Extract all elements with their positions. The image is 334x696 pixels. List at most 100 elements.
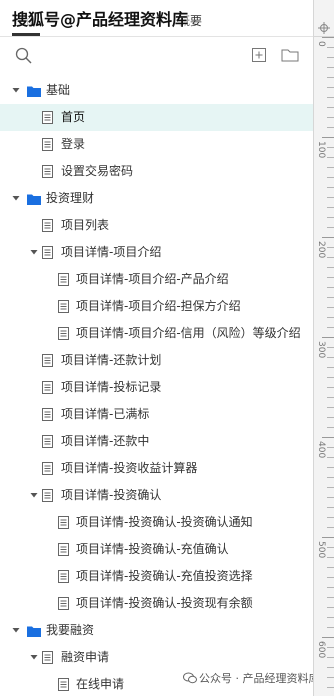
- tree-item-label: 设置交易密码: [61, 164, 134, 178]
- expand-caret-icon[interactable]: [12, 86, 20, 94]
- ruler-tick: [327, 667, 334, 668]
- ruler-tick: [327, 117, 334, 118]
- tree-item-label: 项目详情-还款计划: [61, 353, 162, 367]
- tree-page[interactable]: 首页: [0, 104, 313, 131]
- tree-page[interactable]: 项目详情-投资确认-充值投资选择: [0, 563, 313, 590]
- page-icon: [58, 273, 69, 286]
- tree-item-label: 在线申请: [76, 677, 125, 691]
- tree-page[interactable]: 项目详情-项目介绍-信用（风险）等级介绍: [0, 320, 313, 347]
- tree-page[interactable]: 项目详情-已满标: [0, 401, 313, 428]
- ruler-tick: [327, 57, 334, 58]
- tree-page[interactable]: 项目详情-项目介绍-产品介绍: [0, 266, 313, 293]
- ruler-tick: [327, 207, 334, 208]
- ruler-label: 500: [316, 541, 326, 559]
- ruler-tick: [322, 337, 334, 338]
- tree-item-label: 项目详情-投标记录: [61, 380, 162, 394]
- ruler-tick: [322, 237, 334, 238]
- ruler-tick: [327, 147, 334, 148]
- ruler-corner: [314, 0, 334, 37]
- tree-page[interactable]: 项目详情-投资收益计算器: [0, 455, 313, 482]
- ruler-tick: [327, 177, 334, 178]
- ruler-tick: [327, 507, 334, 508]
- tree-page[interactable]: 项目列表: [0, 212, 313, 239]
- tree-page[interactable]: 项目详情-项目介绍: [0, 239, 313, 266]
- ruler-tick: [327, 407, 334, 408]
- vertical-ruler: 0 100 200 300 400 500 600: [313, 0, 334, 696]
- tree-item-label: 基础: [46, 83, 71, 97]
- tree-item-label: 项目详情-投资确认-充值确认: [76, 542, 229, 556]
- ruler-tick: [327, 687, 334, 688]
- tree-page[interactable]: 融资申请: [0, 644, 313, 671]
- page-icon: [42, 354, 53, 367]
- page-icon: [58, 543, 69, 556]
- folder-icon: [27, 626, 41, 637]
- ruler-label: 300: [316, 341, 326, 359]
- tree-item-label: 项目详情-还款中: [61, 434, 150, 448]
- page-icon: [42, 489, 53, 502]
- ruler-tick: [327, 427, 334, 428]
- ruler-tick: [327, 497, 334, 498]
- ruler-tick: [322, 437, 334, 438]
- expand-caret-icon[interactable]: [30, 248, 38, 256]
- tree-page[interactable]: 项目详情-项目介绍-担保方介绍: [0, 293, 313, 320]
- ruler-tick: [327, 217, 334, 218]
- expand-caret-icon[interactable]: [30, 491, 38, 499]
- ruler-tick: [327, 617, 334, 618]
- ruler-tick: [327, 657, 334, 658]
- tree-page[interactable]: 项目详情-还款中: [0, 428, 313, 455]
- ruler-tick: [327, 127, 334, 128]
- folder-icon: [27, 86, 41, 97]
- watermark-bottom-text: 公众号 · 产品经理资料库: [199, 672, 313, 685]
- ruler-tick: [327, 597, 334, 598]
- tree-item-label: 首页: [61, 110, 86, 124]
- tree-item-label: 项目详情-投资确认-充值投资选择: [76, 569, 253, 583]
- expand-caret-icon[interactable]: [12, 626, 20, 634]
- expand-caret-icon[interactable]: [30, 653, 38, 661]
- add-page-icon[interactable]: [250, 46, 268, 64]
- ruler-tick: [322, 137, 334, 138]
- ruler-tick: [322, 637, 334, 638]
- ruler-tick: [327, 247, 334, 248]
- toolbar: [0, 38, 313, 70]
- page-icon: [58, 516, 69, 529]
- tree-page[interactable]: 登录: [0, 131, 313, 158]
- ruler-tick: [327, 647, 334, 648]
- page-icon: [42, 219, 53, 232]
- ruler-tick: [327, 447, 334, 448]
- add-folder-icon[interactable]: [280, 46, 300, 64]
- tree-folder[interactable]: 我要融资: [0, 617, 313, 644]
- ruler-tick: [327, 607, 334, 608]
- tree-item-label: 融资申请: [61, 650, 110, 664]
- ruler-label: 100: [316, 141, 326, 159]
- ruler-label: 400: [316, 441, 326, 459]
- tree-item-label: 项目详情-项目介绍-担保方介绍: [76, 299, 241, 313]
- ruler-tick: [327, 367, 334, 368]
- ruler-tick: [327, 527, 334, 528]
- tree-page[interactable]: 项目详情-投标记录: [0, 374, 313, 401]
- ruler-tick: [327, 277, 334, 278]
- tree-folder[interactable]: 基础: [0, 77, 313, 104]
- ruler-tick: [327, 577, 334, 578]
- tree-page[interactable]: 设置交易密码: [0, 158, 313, 185]
- page-icon: [58, 678, 69, 691]
- ruler-tick: [327, 457, 334, 458]
- ruler-tick: [327, 347, 334, 348]
- tree-page[interactable]: 项目详情-投资确认-投资确认通知: [0, 509, 313, 536]
- ruler-tick: [327, 107, 334, 108]
- page-icon: [42, 435, 53, 448]
- expand-caret-icon[interactable]: [12, 194, 20, 202]
- tree-page[interactable]: 项目详情-投资确认-投资现有余额: [0, 590, 313, 617]
- watermark-top: 搜狐号@产品经理资料库: [12, 10, 189, 29]
- ruler-tick: [322, 537, 334, 538]
- page-tree: 基础首页登录设置交易密码投资理财 项目列表 项目详情-项目介绍 项目详情-项目介绍-产…: [0, 77, 313, 696]
- tree-page[interactable]: 项目详情-投资确认: [0, 482, 313, 509]
- tree-page[interactable]: 项目详情-投资确认-充值确认: [0, 536, 313, 563]
- page-icon: [58, 597, 69, 610]
- search-icon[interactable]: [14, 46, 34, 66]
- ruler-tick: [327, 377, 334, 378]
- ruler-tick: [327, 157, 334, 158]
- ruler-tick: [327, 47, 334, 48]
- tree-page[interactable]: 项目详情-还款计划: [0, 347, 313, 374]
- tree-folder[interactable]: 投资理财: [0, 185, 313, 212]
- ruler-tick: [327, 357, 334, 358]
